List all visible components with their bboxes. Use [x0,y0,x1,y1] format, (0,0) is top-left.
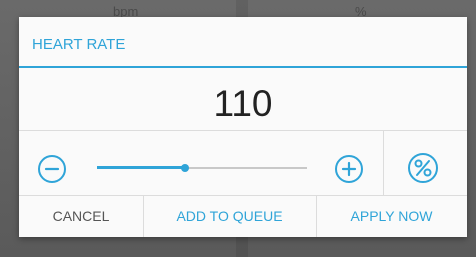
slider-fill [97,166,186,169]
slider-thumb[interactable] [181,164,190,172]
title-divider [19,66,467,68]
decrease-button[interactable] [34,151,70,187]
percent-circle-icon [408,153,438,183]
heart-rate-dialog: HEART RATE 110 CANCEL ADD TO QUEUE APPLY… [19,17,467,237]
heart-rate-value: 110 [213,83,273,124]
add-to-queue-button[interactable]: ADD TO QUEUE [143,195,316,237]
apply-now-button[interactable]: APPLY NOW [316,195,467,237]
dialog-title: HEART RATE [32,36,126,53]
heart-rate-slider[interactable] [97,163,307,173]
minus-circle-icon [38,155,66,183]
percent-divider [383,131,384,195]
cancel-button[interactable]: CANCEL [19,195,143,237]
percent-toggle-button[interactable] [405,150,441,186]
increase-button[interactable] [331,151,367,187]
value-divider [19,130,467,131]
plus-circle-icon [335,155,363,183]
